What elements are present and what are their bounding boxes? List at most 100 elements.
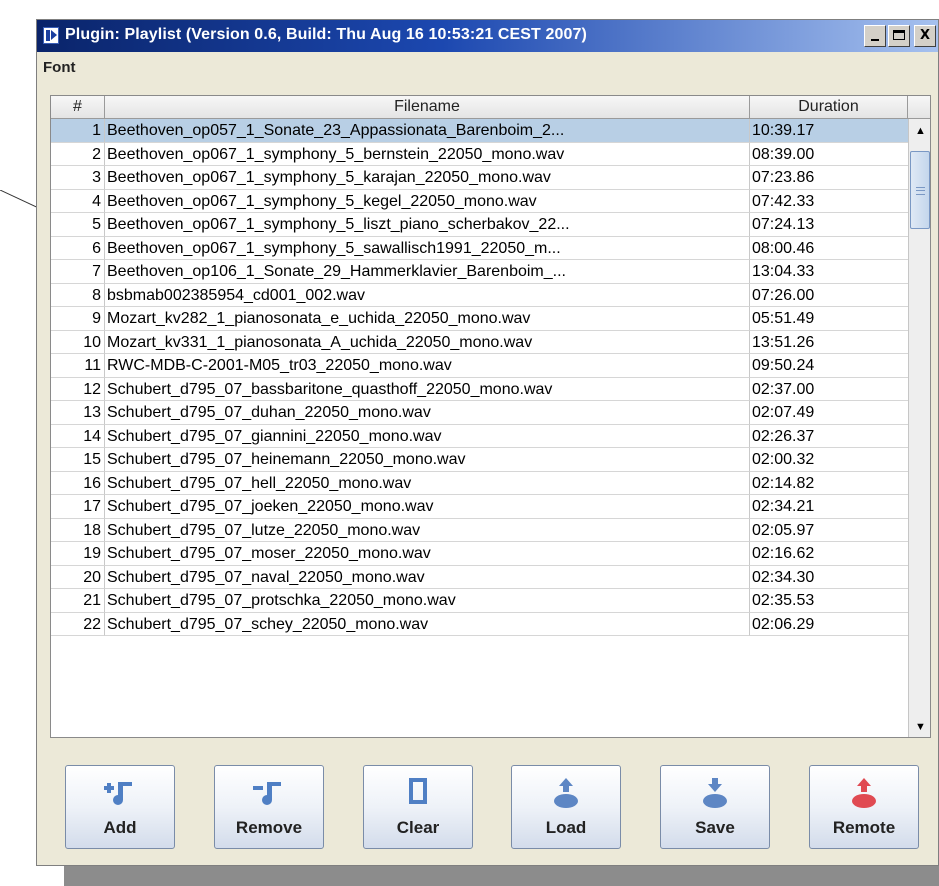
table-row[interactable]: 7 Beethoven_op106_1_Sonate_29_Hammerklavi…	[51, 260, 908, 284]
table-row[interactable]: 22 Schubert_d795_07_schey_22050_mono.wav 0…	[51, 612, 908, 636]
cell-filename: Schubert_d795_07_schey_22050_mono.wav	[105, 612, 750, 636]
table-row[interactable]: 21 Schubert_d795_07_protschka_22050_mono.…	[51, 589, 908, 613]
cell-duration: 07:42.33	[750, 190, 908, 213]
cell-num: 1	[51, 119, 105, 143]
playlist-window: Plugin: Playlist (Version 0.6, Build: Th…	[36, 19, 939, 866]
cell-duration: 13:04.33	[750, 260, 908, 284]
column-header-number[interactable]: #	[51, 96, 105, 118]
window-shadow	[64, 866, 939, 886]
cell-num: 18	[51, 518, 105, 542]
cell-duration: 07:26.00	[750, 284, 908, 307]
cell-num: 12	[51, 377, 105, 401]
cell-num: 19	[51, 542, 105, 566]
table-row[interactable]: 18 Schubert_d795_07_lutze_22050_mono.wav 0…	[51, 518, 908, 542]
cell-duration: 02:14.82	[750, 472, 908, 495]
maximize-button[interactable]	[888, 25, 910, 47]
remote-button[interactable]: Remote	[809, 765, 919, 849]
cell-filename: Schubert_d795_07_joeken_22050_mono.wav	[105, 495, 750, 519]
table-row[interactable]: 3 Beethoven_op067_1_symphony_5_karajan_22…	[51, 166, 908, 190]
cell-duration: 02:34.21	[750, 495, 908, 519]
table-row[interactable]: 2 Beethoven_op067_1_symphony_5_bernstein_…	[51, 142, 908, 166]
cell-filename: Beethoven_op067_1_symphony_5_kegel_22050…	[105, 189, 750, 213]
table-row[interactable]: 8 bsbmab002385954_cd001_002.wav 07:26.00	[51, 283, 908, 307]
table-row[interactable]: 6 Beethoven_op067_1_symphony_5_sawallisch…	[51, 236, 908, 260]
cell-filename: Schubert_d795_07_duhan_22050_mono.wav	[105, 401, 750, 425]
column-header-filename[interactable]: Filename	[105, 96, 750, 118]
load-icon	[512, 774, 620, 814]
cell-num: 3	[51, 166, 105, 190]
table-row[interactable]: 4 Beethoven_op067_1_symphony_5_kegel_2205…	[51, 189, 908, 213]
save-button[interactable]: Save	[660, 765, 770, 849]
cell-num: 15	[51, 448, 105, 472]
cell-num: 20	[51, 565, 105, 589]
cell-filename: Schubert_d795_07_lutze_22050_mono.wav	[105, 518, 750, 542]
cell-filename: Schubert_d795_07_naval_22050_mono.wav	[105, 565, 750, 589]
cell-duration: 02:34.30	[750, 566, 908, 589]
cell-filename: Schubert_d795_07_hell_22050_mono.wav	[105, 471, 750, 495]
table-row[interactable]: 20 Schubert_d795_07_naval_22050_mono.wav 0…	[51, 565, 908, 589]
cell-duration: 02:16.62	[750, 542, 908, 566]
add-button[interactable]: Add	[65, 765, 175, 849]
cell-filename: Beethoven_op067_1_symphony_5_karajan_220…	[105, 166, 750, 190]
cell-duration: 13:51.26	[750, 331, 908, 354]
menu-bar: Font	[37, 52, 938, 82]
cell-filename: Beethoven_op106_1_Sonate_29_Hammerklavie…	[105, 260, 750, 284]
minimize-button[interactable]	[864, 25, 886, 47]
grip-icon	[916, 187, 925, 195]
column-header-duration[interactable]: Duration	[750, 96, 908, 118]
save-icon	[661, 774, 769, 814]
window-title: Plugin: Playlist (Version 0.6, Build: Th…	[65, 26, 587, 43]
cell-filename: Schubert_d795_07_giannini_22050_mono.wav	[105, 424, 750, 448]
cell-num: 4	[51, 189, 105, 213]
cell-filename: Beethoven_op067_1_symphony_5_bernstein_2…	[105, 142, 750, 166]
cell-filename: Schubert_d795_07_heinemann_22050_mono.wa…	[105, 448, 750, 472]
table-row[interactable]: 12 Schubert_d795_07_bassbaritone_quasthof…	[51, 377, 908, 401]
scroll-thumb[interactable]	[910, 151, 930, 229]
cell-num: 7	[51, 260, 105, 284]
header-corner	[908, 96, 930, 118]
scroll-down-arrow-icon[interactable]: ▼	[909, 715, 930, 737]
cell-duration: 07:23.86	[750, 166, 908, 190]
cell-num: 9	[51, 307, 105, 331]
cell-filename: Mozart_kv331_1_pianosonata_A_uchida_2205…	[105, 330, 750, 354]
cell-num: 16	[51, 471, 105, 495]
table-row[interactable]: 17 Schubert_d795_07_joeken_22050_mono.wav…	[51, 495, 908, 519]
button-label: Remote	[832, 818, 896, 837]
cell-num: 22	[51, 612, 105, 636]
load-button[interactable]: Load	[511, 765, 621, 849]
title-bar[interactable]: Plugin: Playlist (Version 0.6, Build: Th…	[37, 20, 938, 52]
scroll-up-arrow-icon[interactable]: ▲	[909, 119, 930, 143]
cell-num: 5	[51, 213, 105, 237]
menu-font[interactable]: Font	[43, 59, 75, 76]
cell-filename: Beethoven_op067_1_symphony_5_liszt_piano…	[105, 213, 750, 237]
button-label: Clear	[396, 818, 440, 837]
table-row[interactable]: 10 Mozart_kv331_1_pianosonata_A_uchida_22…	[51, 330, 908, 354]
cell-num: 11	[51, 354, 105, 378]
cell-duration: 02:07.49	[750, 401, 908, 425]
window-controls: X	[864, 25, 936, 47]
cell-num: 17	[51, 495, 105, 519]
vertical-scrollbar[interactable]: ▲ ▼	[908, 119, 930, 737]
remote-icon	[810, 774, 918, 814]
table-row[interactable]: 16 Schubert_d795_07_hell_22050_mono.wav 02…	[51, 471, 908, 495]
table-row[interactable]: 5 Beethoven_op067_1_symphony_5_liszt_pian…	[51, 213, 908, 237]
app-icon	[43, 27, 59, 44]
cell-filename: Beethoven_op057_1_Sonate_23_Appassionata…	[105, 119, 750, 143]
table-row[interactable]: 9 Mozart_kv282_1_pianosonata_e_uchida_220…	[51, 307, 908, 331]
clear-button[interactable]: Clear	[363, 765, 473, 849]
table-row[interactable]: 15 Schubert_d795_07_heinemann_22050_mono.…	[51, 448, 908, 472]
close-button[interactable]: X	[914, 25, 936, 47]
cell-duration: 02:05.97	[750, 519, 908, 542]
cell-duration: 02:00.32	[750, 448, 908, 472]
cell-duration: 07:24.13	[750, 213, 908, 237]
table-row[interactable]: 1 Beethoven_op057_1_Sonate_23_Appassionat…	[51, 119, 908, 143]
button-label: Remove	[235, 818, 303, 837]
playlist-table: # Filename Duration 1 Beethoven_op057_1_S…	[50, 95, 931, 738]
table-body: 1 Beethoven_op057_1_Sonate_23_Appassionat…	[51, 119, 908, 737]
table-row[interactable]: 13 Schubert_d795_07_duhan_22050_mono.wav 0…	[51, 401, 908, 425]
table-row[interactable]: 11 RWC-MDB-C-2001-M05_tr03_22050_mono.wav…	[51, 354, 908, 378]
remove-button[interactable]: Remove	[214, 765, 324, 849]
cell-num: 6	[51, 236, 105, 260]
table-row[interactable]: 19 Schubert_d795_07_moser_22050_mono.wav 0…	[51, 542, 908, 566]
table-row[interactable]: 14 Schubert_d795_07_giannini_22050_mono.w…	[51, 424, 908, 448]
